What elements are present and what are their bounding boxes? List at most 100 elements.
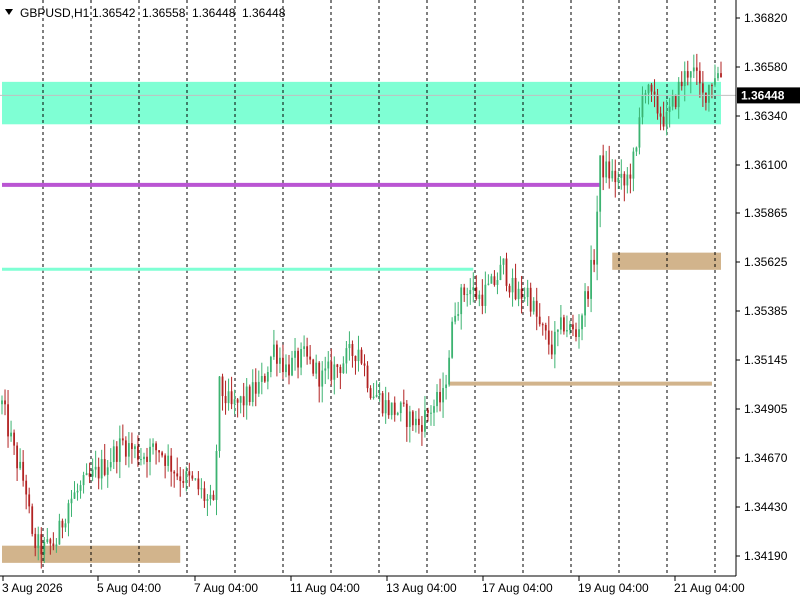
candle-body: [269, 356, 272, 373]
candle-body: [254, 382, 257, 394]
candle-body: [333, 364, 336, 380]
y-tick-label: 1.36580: [744, 60, 788, 74]
candle-body: [496, 280, 499, 285]
candle-body: [535, 300, 538, 317]
candle-body: [206, 499, 209, 501]
candle-body: [478, 294, 481, 300]
candle-body: [167, 455, 170, 466]
zone-0[interactable]: [2, 81, 721, 125]
candle-body: [360, 349, 363, 364]
candle-body: [143, 456, 145, 460]
candle-body: [490, 276, 493, 284]
candle-body: [614, 170, 617, 183]
candle-body: [318, 362, 321, 387]
candle-body: [466, 294, 469, 296]
x-tick-label: 13 Aug 04:00: [386, 581, 457, 595]
candle-body: [689, 71, 692, 78]
candle[interactable]: [451, 317, 454, 359]
candle-body: [112, 446, 115, 463]
candle-body: [103, 459, 106, 475]
candle-body: [711, 85, 713, 87]
candle-body: [638, 117, 641, 148]
candle-body: [55, 544, 58, 547]
candle-body: [427, 410, 429, 413]
candle-body: [538, 316, 541, 325]
candle-body: [79, 485, 82, 491]
candle-body: [357, 349, 360, 362]
candle-body: [257, 381, 260, 394]
y-tick-label: 1.35865: [744, 206, 788, 220]
candle-body: [683, 71, 686, 87]
candle-body: [173, 471, 176, 474]
candle[interactable]: [366, 361, 369, 393]
candle-body: [617, 177, 620, 183]
candle-body: [339, 367, 342, 374]
candle[interactable]: [312, 358, 315, 377]
candle[interactable]: [674, 94, 677, 110]
candle-body: [457, 314, 460, 316]
candle-body: [553, 331, 556, 355]
candle-body: [185, 471, 188, 483]
candle-body: [106, 467, 109, 475]
candle-body: [508, 285, 511, 293]
candle-body: [656, 94, 659, 114]
candle-body: [708, 85, 710, 103]
candle-body: [366, 365, 369, 389]
x-tick-label: 7 Aug 04:00: [194, 581, 258, 595]
candle-body: [288, 364, 290, 376]
candle-body: [16, 445, 19, 469]
candle-body: [10, 432, 12, 437]
candle-body: [569, 324, 571, 331]
candle-body: [714, 78, 716, 86]
candle-body: [665, 111, 668, 127]
candle-body: [599, 155, 602, 212]
candle-body: [49, 539, 52, 544]
candle-body: [324, 368, 327, 371]
candle-body: [650, 84, 653, 92]
candle[interactable]: [360, 347, 363, 365]
candle-body: [602, 155, 605, 178]
candle-body: [155, 443, 157, 451]
candle-body: [67, 503, 70, 524]
candle-body: [282, 357, 284, 373]
candle-body: [626, 174, 629, 186]
candle-body: [698, 70, 701, 84]
candle-body: [405, 403, 408, 427]
candle-body: [309, 356, 312, 360]
candle-body: [203, 488, 206, 501]
candle-body: [436, 391, 438, 407]
x-tick-label: 3 Aug 2026: [2, 581, 63, 595]
price-chart[interactable]: 1.36448 1.36820 1.36580 1.36340 1.36100 1.35…: [0, 0, 800, 600]
candle-body: [469, 290, 472, 295]
candle-body: [369, 388, 372, 398]
candle-body: [671, 95, 674, 107]
y-tick-label: 1.35385: [744, 304, 788, 318]
candle-body: [556, 329, 559, 332]
candle-body: [463, 287, 466, 295]
candle-body: [52, 543, 55, 547]
y-tick-label: 1.36100: [744, 158, 788, 172]
candle-body: [242, 396, 245, 406]
candle-body: [70, 498, 73, 504]
candle-body: [424, 410, 426, 432]
candle-body: [4, 400, 6, 405]
candle-body: [644, 93, 647, 95]
candle-body: [197, 478, 200, 490]
candle[interactable]: [381, 390, 384, 417]
candle-body: [584, 291, 586, 316]
candle-body: [454, 315, 457, 322]
zone-2[interactable]: [612, 252, 721, 270]
candle[interactable]: [31, 503, 34, 537]
candle-body: [140, 459, 142, 461]
candle-body: [227, 391, 230, 404]
candle-body: [64, 523, 67, 528]
candle-body: [272, 344, 275, 357]
candle-body: [399, 402, 402, 414]
candle-body: [58, 520, 61, 545]
candle-body: [294, 350, 296, 358]
candle-body: [279, 357, 281, 364]
candle-body: [209, 494, 212, 500]
candle-body: [109, 462, 112, 468]
candle[interactable]: [218, 375, 221, 458]
candle-body: [221, 376, 224, 397]
